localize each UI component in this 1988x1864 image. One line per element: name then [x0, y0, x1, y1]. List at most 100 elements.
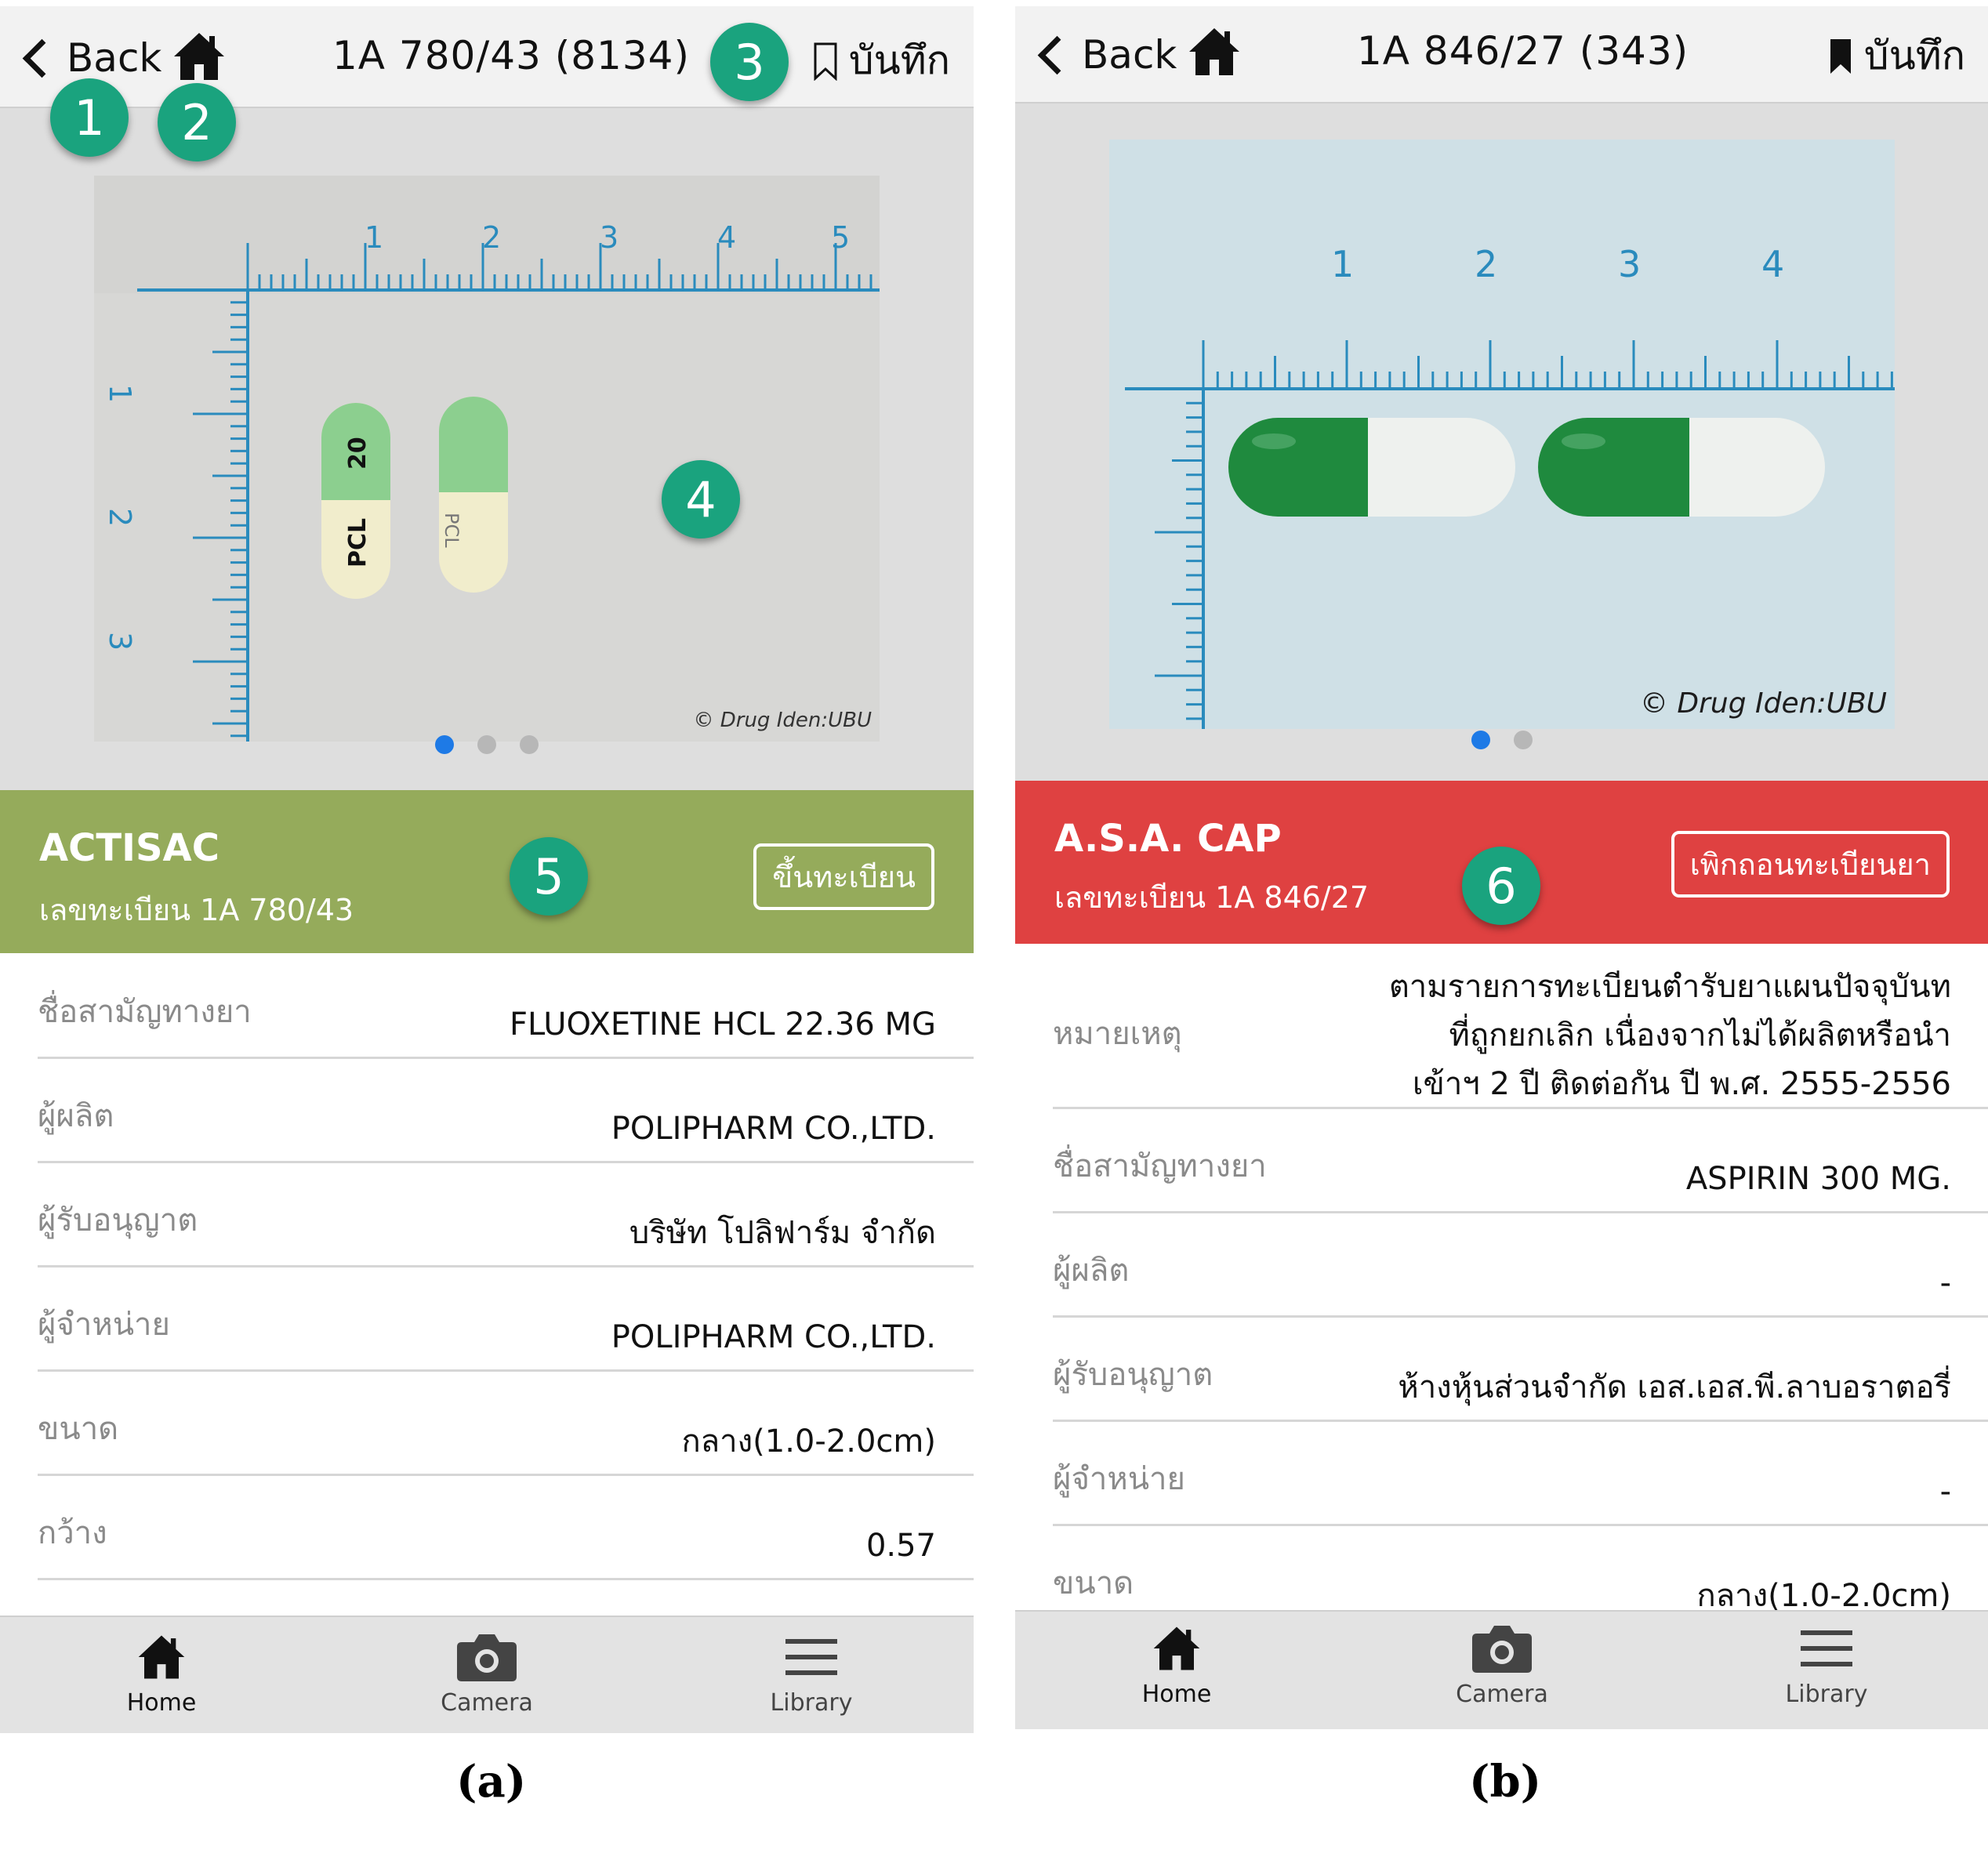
annotation-marker: 5: [510, 837, 588, 916]
detail-row: กว้าง 0.57: [38, 1476, 974, 1580]
ruler-label: 5: [831, 220, 850, 255]
page-dot[interactable]: [520, 735, 539, 754]
ruler-graphic: 1 2 3 4 5 1 2 3 20 PCL PCL: [94, 176, 880, 742]
screen-a: Back 1A 780/43 (8134) บันทึก 1 2 3 4 5 1…: [0, 6, 974, 1733]
registration-number: เลขทะเบียน 1A 846/27: [1054, 880, 1369, 915]
page-indicator[interactable]: [1015, 731, 1988, 749]
row-label: ชื่อสามัญทางยา: [1053, 1148, 1267, 1184]
ruler-label: 3: [1618, 243, 1641, 285]
detail-list: ชื่อสามัญทางยา FLUOXETINE HCL 22.36 MG ผ…: [38, 955, 974, 1580]
row-label: ผู้ผลิต: [1053, 1253, 1130, 1289]
ruler-label: 3: [600, 220, 619, 255]
note-line: เข้าฯ 2 ปี ติดต่อกัน ปี พ.ศ. 2555-2556: [1412, 1066, 1951, 1102]
drug-name: ACTISAC: [39, 826, 219, 870]
image-carousel[interactable]: 1 2 3 4 © Drug Iden:UBU: [1015, 103, 1988, 781]
save-label: บันทึก: [1863, 33, 1965, 78]
tab-label: Camera: [1456, 1681, 1548, 1708]
annotation-marker: 2: [158, 83, 236, 161]
bottom-tab-bar: Home Camera Library: [0, 1616, 974, 1733]
detail-row: ชื่อสามัญทางยา ASPIRIN 300 MG.: [1053, 1109, 1988, 1213]
row-label: ผู้จำหน่าย: [1053, 1461, 1185, 1497]
status-banner: ACTISAC เลขทะเบียน 1A 780/43 ขึ้นทะเบียน: [0, 790, 974, 953]
tab-home[interactable]: Home: [83, 1631, 240, 1717]
bottom-tab-bar: Home Camera Library: [1015, 1610, 1988, 1729]
row-value: 0.57: [865, 1528, 936, 1564]
top-bar: Back 1A 780/43 (8134) บันทึก: [0, 6, 974, 108]
detail-row: ขนาด กลาง(1.0-2.0cm): [38, 1372, 974, 1476]
back-label: Back: [67, 35, 162, 81]
tab-label: Library: [770, 1689, 853, 1717]
drug-name: A.S.A. CAP: [1054, 817, 1282, 861]
save-bookmark-button[interactable]: บันทึก: [813, 30, 950, 92]
save-label: บันทึก: [848, 38, 950, 83]
row-label: ผู้ผลิต: [38, 1098, 114, 1134]
tab-label: Camera: [441, 1689, 533, 1717]
annotation-marker: 1: [50, 78, 129, 157]
detail-row: ผู้ผลิต -: [1053, 1213, 1988, 1318]
image-carousel[interactable]: 1 2 3 4 5 1 2 3 20 PCL PCL © Drug Iden:U…: [0, 108, 974, 790]
row-value: POLIPHARM CO.,LTD.: [611, 1111, 936, 1147]
ruler-graphic: 1 2 3 4: [1109, 140, 1895, 729]
ruler-label: 2: [103, 508, 137, 527]
note-line: ที่ถูกยกเลิก เนื่องจากไม่ได้ผลิตหรือนำ: [1449, 1017, 1951, 1053]
detail-row-note: หมายเหตุ ตามรายการทะเบียนตำรับยาแผนปัจจุ…: [1053, 945, 1988, 1109]
annotation-marker: 4: [662, 460, 740, 539]
drug-photo: 1 2 3 4 © Drug Iden:UBU: [1109, 140, 1895, 729]
page-dot[interactable]: [435, 735, 454, 754]
ruler-label: 2: [1475, 243, 1497, 285]
figure-caption: (b): [1469, 1756, 1542, 1808]
row-value: ห้างหุ้นส่วนจำกัด เอส.เอส.พี.ลาบอราตอรี่: [1398, 1369, 1951, 1405]
row-value: POLIPHARM CO.,LTD.: [611, 1319, 936, 1355]
tab-home[interactable]: Home: [1098, 1623, 1255, 1708]
capsule-imprint: PCL: [441, 513, 463, 548]
ruler-label: 1: [103, 384, 137, 403]
ruler-label: 3: [103, 632, 137, 651]
page-indicator[interactable]: [0, 735, 974, 754]
row-label: กว้าง: [38, 1515, 107, 1551]
menu-icon: [1801, 1630, 1852, 1666]
menu-icon: [785, 1639, 837, 1675]
ruler-label: 4: [1761, 243, 1784, 285]
row-value: บริษัท โปลิฟาร์ม จำกัด: [629, 1215, 936, 1251]
home-icon: [1153, 1626, 1200, 1670]
tab-library[interactable]: Library: [733, 1631, 890, 1717]
tab-label: Home: [1141, 1681, 1212, 1708]
capsule: PCL: [439, 397, 508, 593]
detail-row: ผู้รับอนุญาต ห้างหุ้นส่วนจำกัด เอส.เอส.พ…: [1053, 1318, 1988, 1422]
tab-library[interactable]: Library: [1748, 1623, 1905, 1708]
watermark: © Drug Iden:UBU: [693, 709, 872, 732]
chevron-left-icon: [1037, 35, 1077, 74]
home-icon[interactable]: [1186, 24, 1242, 80]
row-label: ชื่อสามัญทางยา: [38, 994, 252, 1030]
capsule: [1228, 418, 1515, 517]
row-label: หมายเหตุ: [1053, 1016, 1182, 1052]
bookmark-outline-icon: [814, 42, 837, 81]
capsule-imprint: 20: [344, 437, 372, 470]
registration-number: เลขทะเบียน 1A 780/43: [39, 893, 354, 927]
back-label: Back: [1082, 32, 1177, 78]
detail-row: ผู้จำหน่าย -: [1053, 1422, 1988, 1526]
page-dot[interactable]: [1514, 731, 1533, 749]
page-dot[interactable]: [477, 735, 496, 754]
row-value: -: [1939, 1265, 1951, 1301]
back-button[interactable]: Back: [1032, 24, 1177, 86]
detail-row: ผู้จำหน่าย POLIPHARM CO.,LTD.: [38, 1267, 974, 1372]
drug-photo: 1 2 3 4 5 1 2 3 20 PCL PCL © Drug Iden:U…: [94, 176, 880, 742]
tab-label: Library: [1785, 1681, 1868, 1708]
home-icon[interactable]: [171, 28, 227, 85]
tab-camera[interactable]: Camera: [408, 1631, 565, 1717]
status-badge: ขึ้นทะเบียน: [753, 843, 934, 910]
page-title: 1A 780/43 (8134): [332, 33, 690, 78]
note-line: ตามรายการทะเบียนตำรับยาแผนปัจจุบันท: [1388, 969, 1951, 1005]
page-dot[interactable]: [1471, 731, 1490, 749]
camera-icon: [457, 1634, 517, 1681]
detail-row: ชื่อสามัญทางยา FLUOXETINE HCL 22.36 MG: [38, 955, 974, 1059]
home-icon: [138, 1635, 185, 1679]
capsule: [1538, 418, 1825, 517]
top-bar: Back 1A 846/27 (343) บันทึก: [1015, 6, 1988, 103]
tab-camera[interactable]: Camera: [1424, 1623, 1580, 1708]
annotation-marker: 6: [1462, 847, 1540, 925]
save-bookmark-button[interactable]: บันทึก: [1828, 25, 1965, 87]
row-value: -: [1939, 1474, 1951, 1510]
page-title: 1A 846/27 (343): [1357, 28, 1689, 74]
